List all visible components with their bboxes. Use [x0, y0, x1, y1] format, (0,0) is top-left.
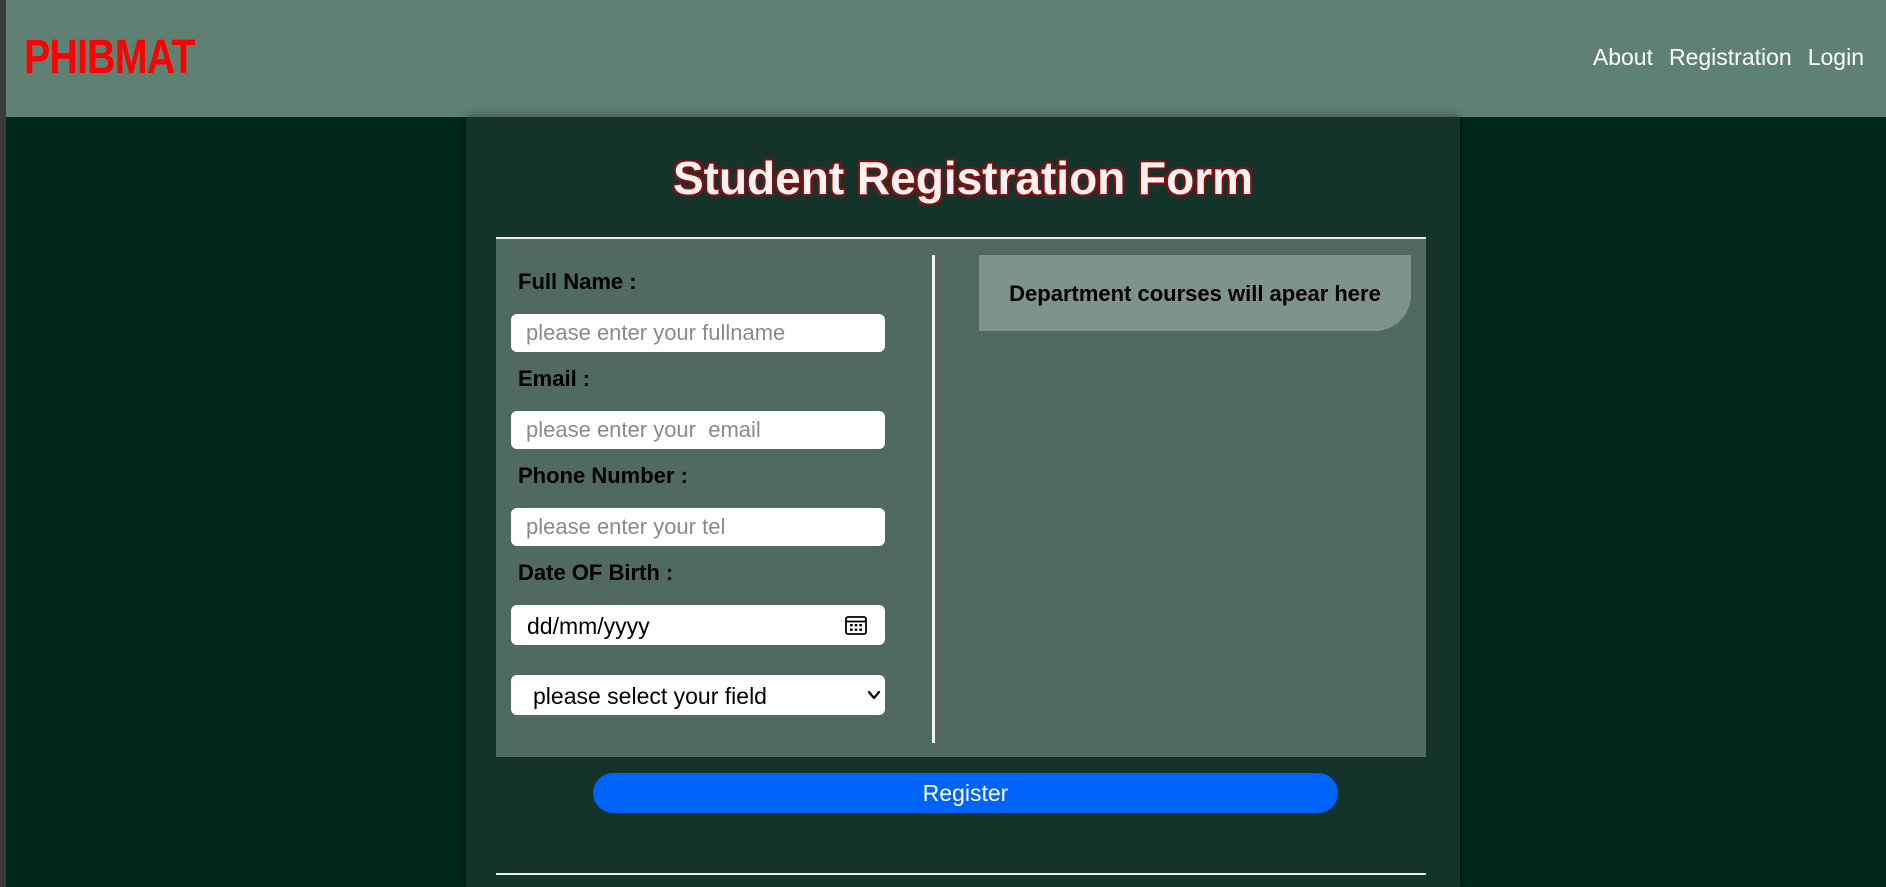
page-title: Student Registration Form — [672, 152, 1254, 204]
phone-input[interactable] — [511, 508, 885, 546]
field-select-value: please select your field — [533, 683, 767, 709]
column-divider — [932, 255, 935, 743]
fullname-input[interactable] — [511, 314, 885, 352]
nav-link-login[interactable]: Login — [1808, 44, 1864, 71]
register-button[interactable]: Register — [593, 773, 1338, 813]
courses-placeholder: Department courses will apear here — [1009, 281, 1381, 306]
fullname-label: Full Name : — [518, 269, 637, 294]
form-area: Full Name : Email : Phone Number : Date … — [496, 239, 1426, 757]
email-input[interactable] — [511, 411, 885, 449]
logo[interactable]: PHIBMAT — [24, 30, 195, 85]
field-select[interactable]: please select your field — [511, 675, 885, 715]
nav-link-about[interactable]: About — [1593, 44, 1653, 71]
nav-link-registration[interactable]: Registration — [1669, 44, 1792, 71]
email-label: Email : — [518, 366, 591, 391]
registration-panel: Student Registration Form Full Name : Em… — [466, 117, 1460, 887]
nav-links: About Registration Login — [1593, 44, 1864, 71]
chevron-down-icon — [867, 690, 881, 700]
page-viewport: PHIBMAT About Registration Login Student… — [6, 0, 1886, 887]
dob-input[interactable]: dd/mm/yyyy — [511, 605, 885, 645]
phone-label: Phone Number : — [518, 463, 688, 488]
dob-value: dd/mm/yyyy — [527, 613, 650, 639]
calendar-icon[interactable] — [845, 615, 867, 635]
courses-panel: Department courses will apear here — [979, 255, 1411, 331]
navbar: PHIBMAT About Registration Login — [6, 0, 1886, 117]
divider — [496, 873, 1426, 875]
dob-label: Date OF Birth : — [518, 560, 674, 585]
